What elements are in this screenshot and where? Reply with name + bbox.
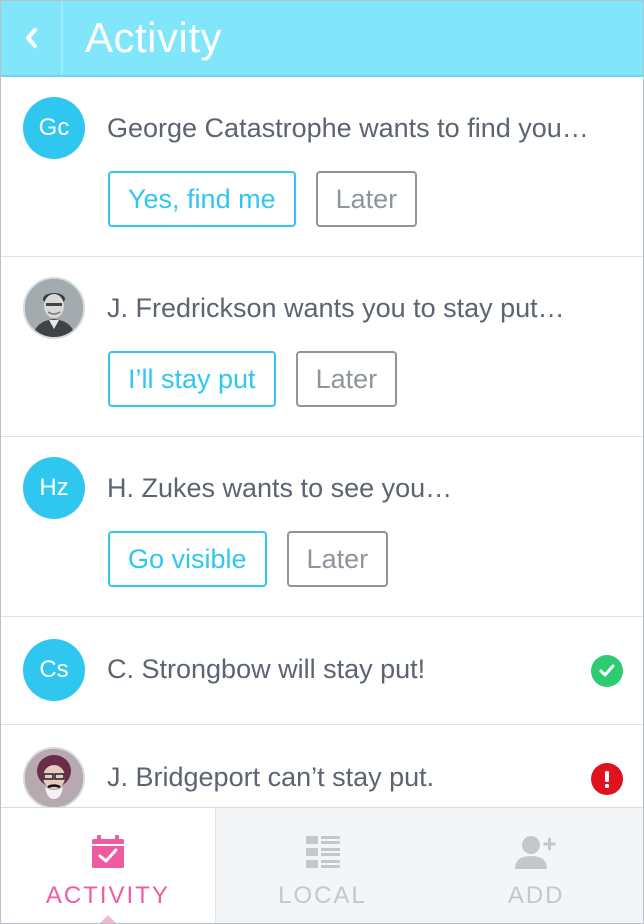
notification-message: George Catastrophe wants to find you… [107, 113, 589, 143]
avatar [23, 277, 85, 339]
avatar: Hz [23, 457, 85, 519]
activity-list: Gc George Catastrophe wants to find you…… [1, 77, 643, 833]
avatar: Gc [23, 97, 85, 159]
page-title: Activity [85, 14, 223, 61]
notification-message: J. Fredrickson wants you to stay put… [107, 293, 565, 323]
list-item: Gc George Catastrophe wants to find you…… [1, 77, 643, 257]
later-button[interactable]: Later [315, 171, 418, 227]
person-photo-icon [25, 279, 83, 337]
tab-label: ADD [507, 882, 565, 909]
tab-label: ACTIVITY [45, 882, 170, 909]
tab-activity[interactable]: ACTIVITY [1, 808, 216, 923]
tab-add[interactable]: ADD [429, 808, 643, 923]
action-row: I’ll stay put Later [108, 351, 398, 407]
active-tab-indicator [98, 915, 117, 923]
list-item: Hz H. Zukes wants to see you… Go visible… [1, 437, 643, 617]
tab-bar: ACTIVITY LOCAL ADD [1, 807, 643, 923]
notification-message: C. Strongbow will stay put! [107, 654, 426, 684]
notification-message: H. Zukes wants to see you… [107, 473, 453, 503]
avatar [23, 747, 85, 809]
calendar-check-icon [91, 834, 125, 870]
go-visible-button[interactable]: Go visible [108, 531, 267, 587]
header-bar: Activity [1, 1, 643, 77]
tab-local[interactable]: LOCAL [216, 808, 430, 923]
person-photo-icon [25, 749, 83, 807]
add-user-icon [515, 834, 557, 870]
chevron-left-icon [26, 28, 37, 48]
stay-put-button[interactable]: I’ll stay put [108, 351, 276, 407]
list-icon [305, 834, 340, 870]
notification-message: J. Bridgeport can’t stay put. [107, 762, 435, 792]
action-row: Yes, find me Later [108, 171, 418, 227]
action-row: Go visible Later [108, 531, 389, 587]
avatar: Cs [23, 639, 85, 701]
later-button[interactable]: Later [295, 351, 398, 407]
yes-find-me-button[interactable]: Yes, find me [108, 171, 296, 227]
exclamation-circle-icon [591, 763, 623, 795]
list-item: Cs C. Strongbow will stay put! [1, 617, 643, 725]
later-button[interactable]: Later [286, 531, 389, 587]
check-circle-icon [591, 655, 623, 687]
app-frame: Activity Gc George Catastrophe wants to … [0, 0, 644, 924]
list-item: J. Fredrickson wants you to stay put… I’… [1, 257, 643, 437]
tab-label: LOCAL [278, 882, 367, 909]
back-button[interactable] [1, 1, 63, 75]
